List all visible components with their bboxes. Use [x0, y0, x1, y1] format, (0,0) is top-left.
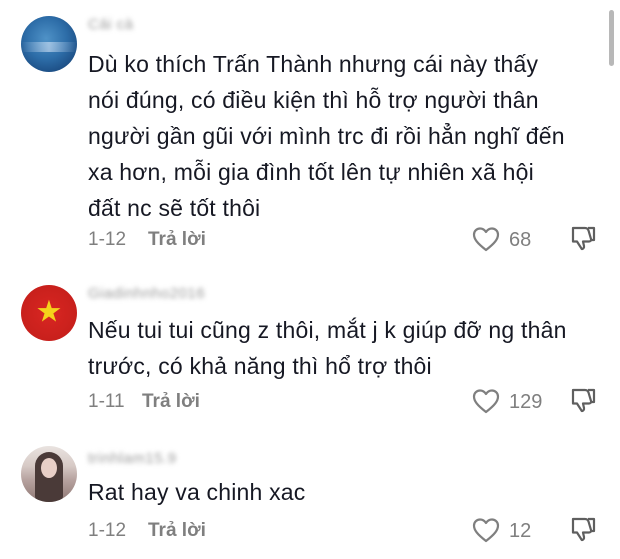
comment-text-line: xa hơn, mỗi gia đình tốt lên tự nhiên xã…	[88, 159, 534, 185]
comment-text-line: Nếu tui tui cũng z thôi, mắt j k giúp đỡ…	[88, 317, 567, 343]
user-avatar[interactable]	[21, 446, 77, 502]
heart-icon[interactable]	[472, 226, 500, 252]
thumbs-down-icon[interactable]	[569, 515, 597, 543]
comment-date: 1-11	[88, 391, 125, 412]
comment-text-line: người gần gũi với mình trc đi rồi hẳn ng…	[88, 123, 565, 149]
like-count: 129	[509, 391, 543, 413]
thumbs-down-icon[interactable]	[569, 386, 597, 414]
thumbs-down-icon[interactable]	[569, 224, 597, 252]
comment-text-line: Dù ko thích Trấn Thành nhưng cái này thấ…	[88, 51, 539, 77]
comment-text-line: trước, có khả năng thì hổ trợ thôi	[88, 353, 432, 379]
reply-button[interactable]: Trả lời	[148, 229, 206, 251]
comment-text: Dù ko thích Trấn Thành nhưng cái này thấ…	[88, 46, 565, 226]
comment-text: Nếu tui tui cũng z thôi, mắt j k giúp đỡ…	[88, 312, 567, 384]
heart-icon[interactable]	[472, 388, 500, 414]
comment-date: 1-12	[88, 520, 127, 541]
heart-icon[interactable]	[472, 517, 500, 543]
avatar-face	[41, 458, 57, 478]
user-avatar[interactable]	[21, 16, 77, 72]
comment-text: Rat hay va chinh xac	[88, 474, 306, 510]
comment-username[interactable]: Cá́i cà	[88, 16, 134, 33]
reply-button[interactable]: Trả lời	[142, 391, 200, 413]
user-avatar[interactable]: ★	[21, 285, 77, 341]
star-icon: ★	[35, 295, 63, 329]
comment-text-line: nói đúng, có điều kiện thì hỗ trợ người …	[88, 87, 539, 113]
scrollbar[interactable]	[609, 10, 614, 66]
like-count: 68	[509, 229, 532, 251]
like-count: 12	[509, 520, 532, 542]
reply-button[interactable]: Trả lời	[148, 520, 206, 542]
comment-date: 1-12	[88, 229, 127, 250]
comment-username[interactable]: Giadinhnho2016	[88, 285, 205, 302]
comment-username[interactable]: trinhlam15.9	[88, 450, 177, 467]
comment-text-line: Rat hay va chinh xac	[88, 479, 306, 505]
comment-text-line: đất nc sẽ tốt thôi	[88, 195, 261, 221]
